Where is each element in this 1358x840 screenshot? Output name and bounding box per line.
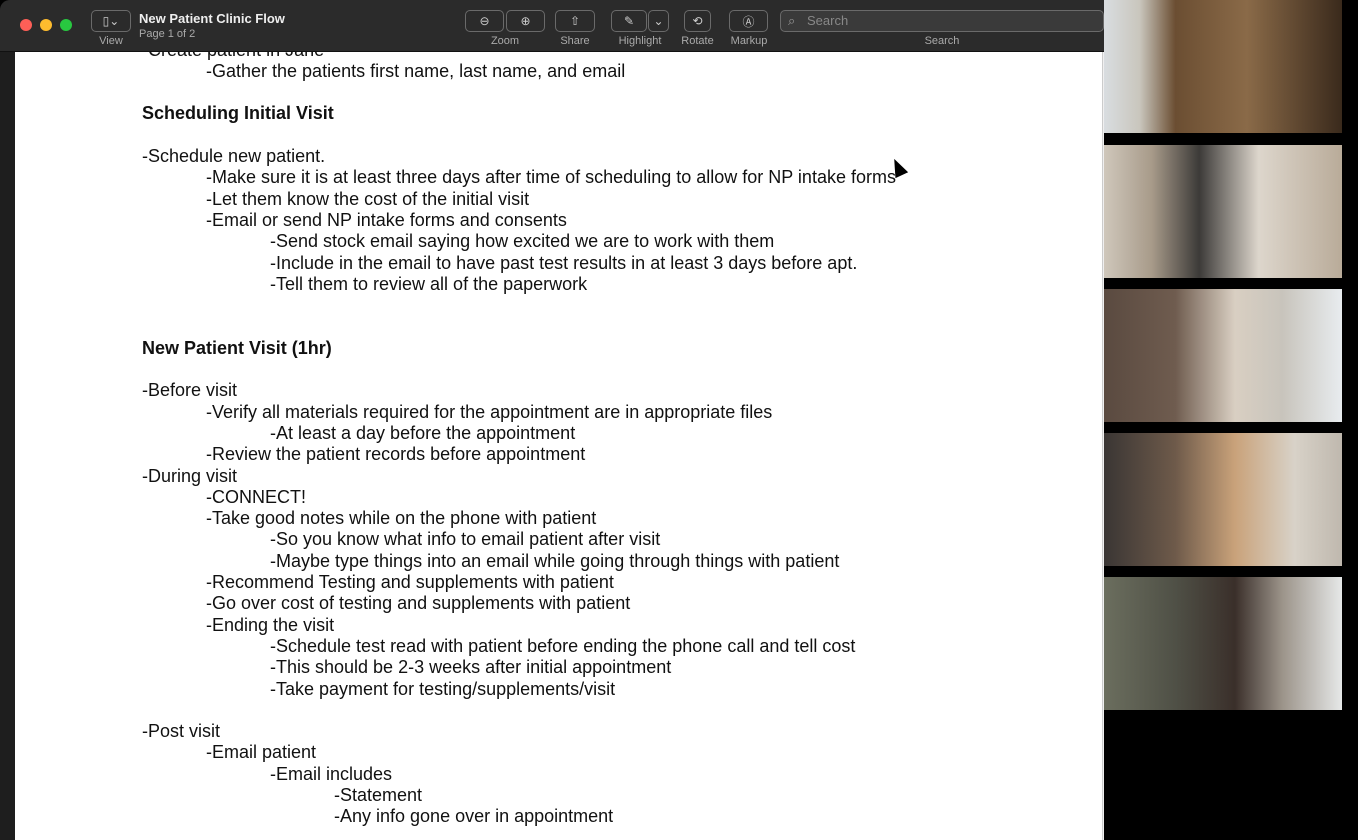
document-line: -Gather the patients first name, last na… bbox=[206, 60, 626, 81]
zoom-in-button[interactable]: ⊕ bbox=[506, 10, 545, 32]
maximize-button[interactable] bbox=[60, 19, 72, 31]
toolbar: ▯⌄ View New Patient Clinic Flow Page 1 o… bbox=[0, 0, 1104, 52]
document-page: -Create patient in Jane-Gather the patie… bbox=[15, 52, 1102, 840]
pen-icon: ✎ bbox=[623, 14, 635, 28]
preview-window: ▯⌄ View New Patient Clinic Flow Page 1 o… bbox=[0, 0, 1104, 840]
document-line: -Maybe type things into an email while g… bbox=[270, 550, 840, 571]
view-button[interactable]: ▯⌄ bbox=[91, 10, 131, 32]
search-icon: ⌕ bbox=[788, 13, 796, 28]
document-line: -This should be 2-3 weeks after initial … bbox=[270, 657, 672, 678]
document-line: -Statement bbox=[334, 785, 423, 805]
document-line: -Any info gone over in appointment bbox=[334, 806, 614, 827]
document-title: New Patient Clinic Flow bbox=[139, 11, 285, 26]
chevron-down-icon: ⌄ bbox=[653, 14, 664, 28]
document-line: -Email patient bbox=[206, 742, 317, 763]
rotate-button[interactable]: ⟲ bbox=[684, 10, 711, 32]
document-line: -Send stock email saying how excited we … bbox=[270, 231, 775, 252]
close-button[interactable] bbox=[20, 19, 32, 31]
document-line: -Tell them to review all of the paperwor… bbox=[270, 273, 588, 294]
document-line: -Take payment for testing/supplements/vi… bbox=[270, 678, 616, 699]
search-label: Search bbox=[924, 35, 960, 47]
highlight-menu-button[interactable]: ⌄ bbox=[648, 10, 669, 32]
page-indicator: Page 1 of 2 bbox=[139, 28, 196, 40]
document-line: -Include in the email to have past test … bbox=[270, 252, 858, 273]
section-heading: Scheduling Initial Visit bbox=[142, 103, 334, 124]
document-line: -Post visit bbox=[142, 721, 221, 742]
markup-label: Markup bbox=[730, 35, 768, 47]
highlight-button[interactable]: ✎ bbox=[611, 10, 647, 32]
document-line: -So you know what info to email patient … bbox=[270, 529, 661, 550]
zoom-in-icon: ⊕ bbox=[520, 14, 531, 28]
video-tile-participant-1[interactable] bbox=[1104, 0, 1342, 133]
document-line: -Email includes bbox=[270, 763, 393, 784]
zoom-out-button[interactable]: ⊖ bbox=[465, 10, 504, 32]
sidebar-icon: ▯⌄ bbox=[102, 14, 120, 28]
document-line: -During visit bbox=[142, 465, 238, 486]
document-line: -At least a day before the appointment bbox=[270, 422, 576, 443]
document-line: -Make sure it is at least three days aft… bbox=[206, 167, 896, 188]
document-line: -Verify all materials required for the a… bbox=[206, 401, 773, 422]
minimize-button[interactable] bbox=[40, 19, 52, 31]
document-line: -Take good notes while on the phone with… bbox=[206, 508, 597, 529]
share-icon: ⇧ bbox=[569, 14, 581, 28]
video-tile-participant-3[interactable] bbox=[1104, 289, 1342, 422]
document-line: -Recommend Testing and supplements with … bbox=[206, 572, 614, 592]
rotate-label: Rotate bbox=[681, 35, 714, 47]
section-heading: New Patient Visit (1hr) bbox=[142, 337, 332, 358]
document-line: -Schedule test read with patient before … bbox=[270, 635, 856, 656]
document-line: -Email or send NP intake forms and conse… bbox=[206, 209, 567, 230]
zoom-out-icon: ⊖ bbox=[479, 14, 490, 28]
highlight-label: Highlight bbox=[618, 35, 662, 47]
document-line: -Create patient in Jane bbox=[142, 52, 324, 61]
markup-button[interactable]: Ⓐ bbox=[729, 10, 768, 32]
zoom-label: Zoom bbox=[490, 35, 520, 47]
video-tile-participant-2[interactable] bbox=[1104, 145, 1342, 278]
document-line: -Before visit bbox=[142, 380, 238, 401]
document-line: -Review the patient records before appoi… bbox=[206, 444, 586, 465]
share-button[interactable]: ⇧ bbox=[555, 10, 595, 32]
document-line: -Schedule new patient. bbox=[142, 146, 326, 166]
video-tile-participant-5[interactable] bbox=[1104, 577, 1342, 710]
document-line: -Let them know the cost of the initial v… bbox=[206, 188, 530, 209]
share-label: Share bbox=[560, 35, 590, 47]
video-tile-participant-4[interactable] bbox=[1104, 433, 1342, 566]
document-line: -Go over cost of testing and supplements… bbox=[206, 593, 631, 614]
document-line: -Ending the visit bbox=[206, 614, 335, 635]
markup-icon: Ⓐ bbox=[742, 14, 755, 29]
search-input[interactable]: Search bbox=[780, 10, 1104, 32]
view-label: View bbox=[99, 35, 123, 47]
rotate-icon: ⟲ bbox=[692, 14, 703, 28]
document-line: -CONNECT! bbox=[206, 486, 306, 507]
